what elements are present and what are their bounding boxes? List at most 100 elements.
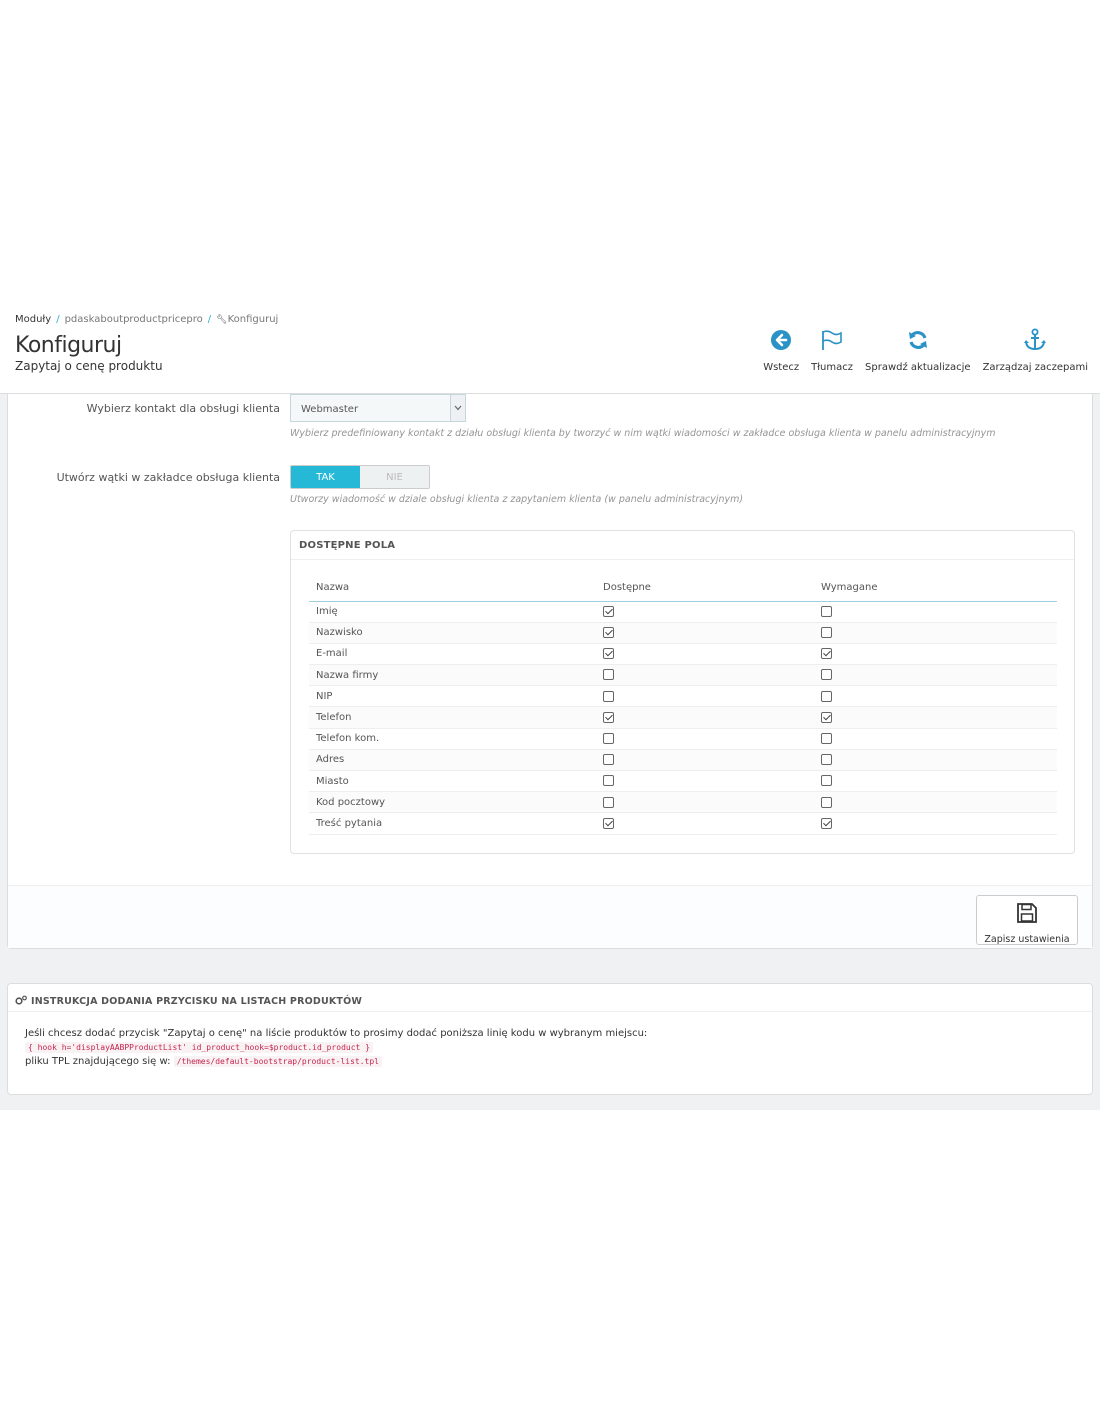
field-available-cell <box>596 812 814 835</box>
required-checkbox[interactable] <box>821 711 832 723</box>
breadcrumb-modules[interactable]: Moduły <box>15 314 51 325</box>
back-label: Wstecz <box>763 362 800 373</box>
required-checkbox[interactable] <box>821 669 832 681</box>
field-available-cell <box>596 770 814 793</box>
breadcrumb-module[interactable]: pdaskaboutproductpricepro <box>65 314 203 325</box>
field-available-cell <box>596 685 814 708</box>
field-available-cell <box>596 643 814 666</box>
switch-yes[interactable]: TAK <box>291 466 360 488</box>
table-row: Miasto <box>309 770 1057 793</box>
config-panel: Wybierz kontakt dla obsługi klienta Webm… <box>7 394 1093 949</box>
gears-icon <box>15 995 27 1008</box>
field-name: Nazwa firmy <box>309 664 596 687</box>
check-updates-button[interactable]: Sprawdź aktualizacje <box>859 328 977 373</box>
field-name: Adres <box>309 749 596 772</box>
table-row: Kod pocztowy <box>309 791 1057 814</box>
back-button[interactable]: Wstecz <box>757 328 805 373</box>
required-checkbox[interactable] <box>821 817 832 829</box>
switch-no[interactable]: NIE <box>360 466 429 488</box>
available-fields-panel: DOSTĘPNE POLA Nazwa Dostępne Wymagane Im… <box>290 530 1075 854</box>
translate-button[interactable]: Tłumacz <box>805 328 859 373</box>
table-row: Nazwisko <box>309 622 1057 644</box>
available-checkbox[interactable] <box>603 754 614 766</box>
field-available-cell <box>596 791 814 814</box>
field-name: Treść pytania <box>309 812 596 835</box>
fields-table: Nazwa Dostępne Wymagane Imię Nazwisko E-ma… <box>309 575 1057 835</box>
field-required-cell <box>814 728 1057 750</box>
column-header-available: Dostępne <box>596 575 814 602</box>
contact-select-value: Webmaster <box>301 404 359 415</box>
required-checkbox[interactable] <box>821 754 832 766</box>
flag-icon <box>820 328 844 352</box>
available-checkbox[interactable] <box>603 648 614 660</box>
contact-select[interactable]: Webmaster <box>290 394 466 422</box>
field-available-cell <box>596 706 814 729</box>
available-checkbox[interactable] <box>603 817 614 829</box>
manage-hooks-label: Zarządzaj zaczepami <box>982 362 1088 373</box>
page-header: Moduły / pdaskaboutproductpricepro / 🔧︎Konfi… <box>0 300 1100 394</box>
field-name: Miasto <box>309 770 596 793</box>
column-header-name: Nazwa <box>309 575 596 602</box>
field-required-cell <box>814 770 1057 793</box>
hook-code: { hook h='displayAABPProductList' id_pro… <box>25 1042 373 1053</box>
available-checkbox[interactable] <box>603 690 614 702</box>
required-checkbox[interactable] <box>821 648 832 660</box>
field-name: Imię <box>309 601 596 623</box>
field-available-cell <box>596 622 814 644</box>
breadcrumb-configure: Konfiguruj <box>227 314 279 325</box>
required-checkbox[interactable] <box>821 796 832 808</box>
available-checkbox[interactable] <box>603 669 614 681</box>
refresh-icon <box>906 328 930 352</box>
field-name: E-mail <box>309 643 596 666</box>
available-checkbox[interactable] <box>603 732 614 744</box>
wrench-icon: 🔧︎ <box>216 315 228 325</box>
threads-switch[interactable]: TAK NIE <box>290 465 430 489</box>
available-checkbox[interactable] <box>603 627 614 639</box>
chevron-down-icon <box>450 395 465 421</box>
available-checkbox[interactable] <box>603 711 614 723</box>
field-required-cell <box>814 706 1057 729</box>
required-checkbox[interactable] <box>821 732 832 744</box>
field-name: NIP <box>309 685 596 708</box>
required-checkbox[interactable] <box>821 690 832 702</box>
breadcrumb: Moduły / pdaskaboutproductpricepro / 🔧︎Konfi… <box>15 314 279 325</box>
contact-help: Wybierz predefiniowany kontakt z działu … <box>290 428 996 439</box>
page-title: Konfiguruj <box>15 333 122 358</box>
panel-footer: Zapisz ustawienia <box>8 885 1092 948</box>
available-checkbox[interactable] <box>603 775 614 787</box>
table-row: Nazwa firmy <box>309 664 1057 687</box>
field-available-cell <box>596 749 814 772</box>
field-available-cell <box>596 728 814 750</box>
required-checkbox[interactable] <box>821 775 832 787</box>
field-available-cell <box>596 601 814 623</box>
save-button[interactable]: Zapisz ustawienia <box>976 895 1078 945</box>
table-row: Adres <box>309 749 1057 772</box>
available-fields-title: DOSTĘPNE POLA <box>291 531 1074 560</box>
save-label: Zapisz ustawienia <box>984 934 1070 945</box>
table-row: Imię <box>309 601 1057 623</box>
field-name: Nazwisko <box>309 622 596 644</box>
available-checkbox[interactable] <box>603 796 614 808</box>
field-required-cell <box>814 685 1057 708</box>
required-checkbox[interactable] <box>821 605 832 617</box>
column-header-required: Wymagane <box>814 575 1057 602</box>
anchor-icon <box>1023 328 1047 352</box>
translate-label: Tłumacz <box>811 362 854 373</box>
arrow-left-circle-icon <box>769 328 793 352</box>
field-name: Telefon kom. <box>309 728 596 750</box>
page-subtitle: Zapytaj o cenę produktu <box>15 359 163 373</box>
field-required-cell <box>814 749 1057 772</box>
field-required-cell <box>814 812 1057 835</box>
available-checkbox[interactable] <box>603 605 614 617</box>
floppy-disk-icon <box>1016 902 1038 928</box>
field-available-cell <box>596 664 814 687</box>
instructions-line-1: Jeśli chcesz dodać przycisk "Zapytaj o c… <box>25 1028 648 1039</box>
manage-hooks-button[interactable]: Zarządzaj zaczepami <box>977 328 1094 373</box>
instructions-title: INSTRUKCJA DODANIA PRZYCISKU NA LISTACH … <box>31 996 363 1007</box>
field-required-cell <box>814 791 1057 814</box>
table-header-row: Nazwa Dostępne Wymagane <box>309 575 1057 602</box>
field-name: Telefon <box>309 706 596 729</box>
table-row: Telefon kom. <box>309 728 1057 750</box>
required-checkbox[interactable] <box>821 627 832 639</box>
table-row: E-mail <box>309 643 1057 666</box>
